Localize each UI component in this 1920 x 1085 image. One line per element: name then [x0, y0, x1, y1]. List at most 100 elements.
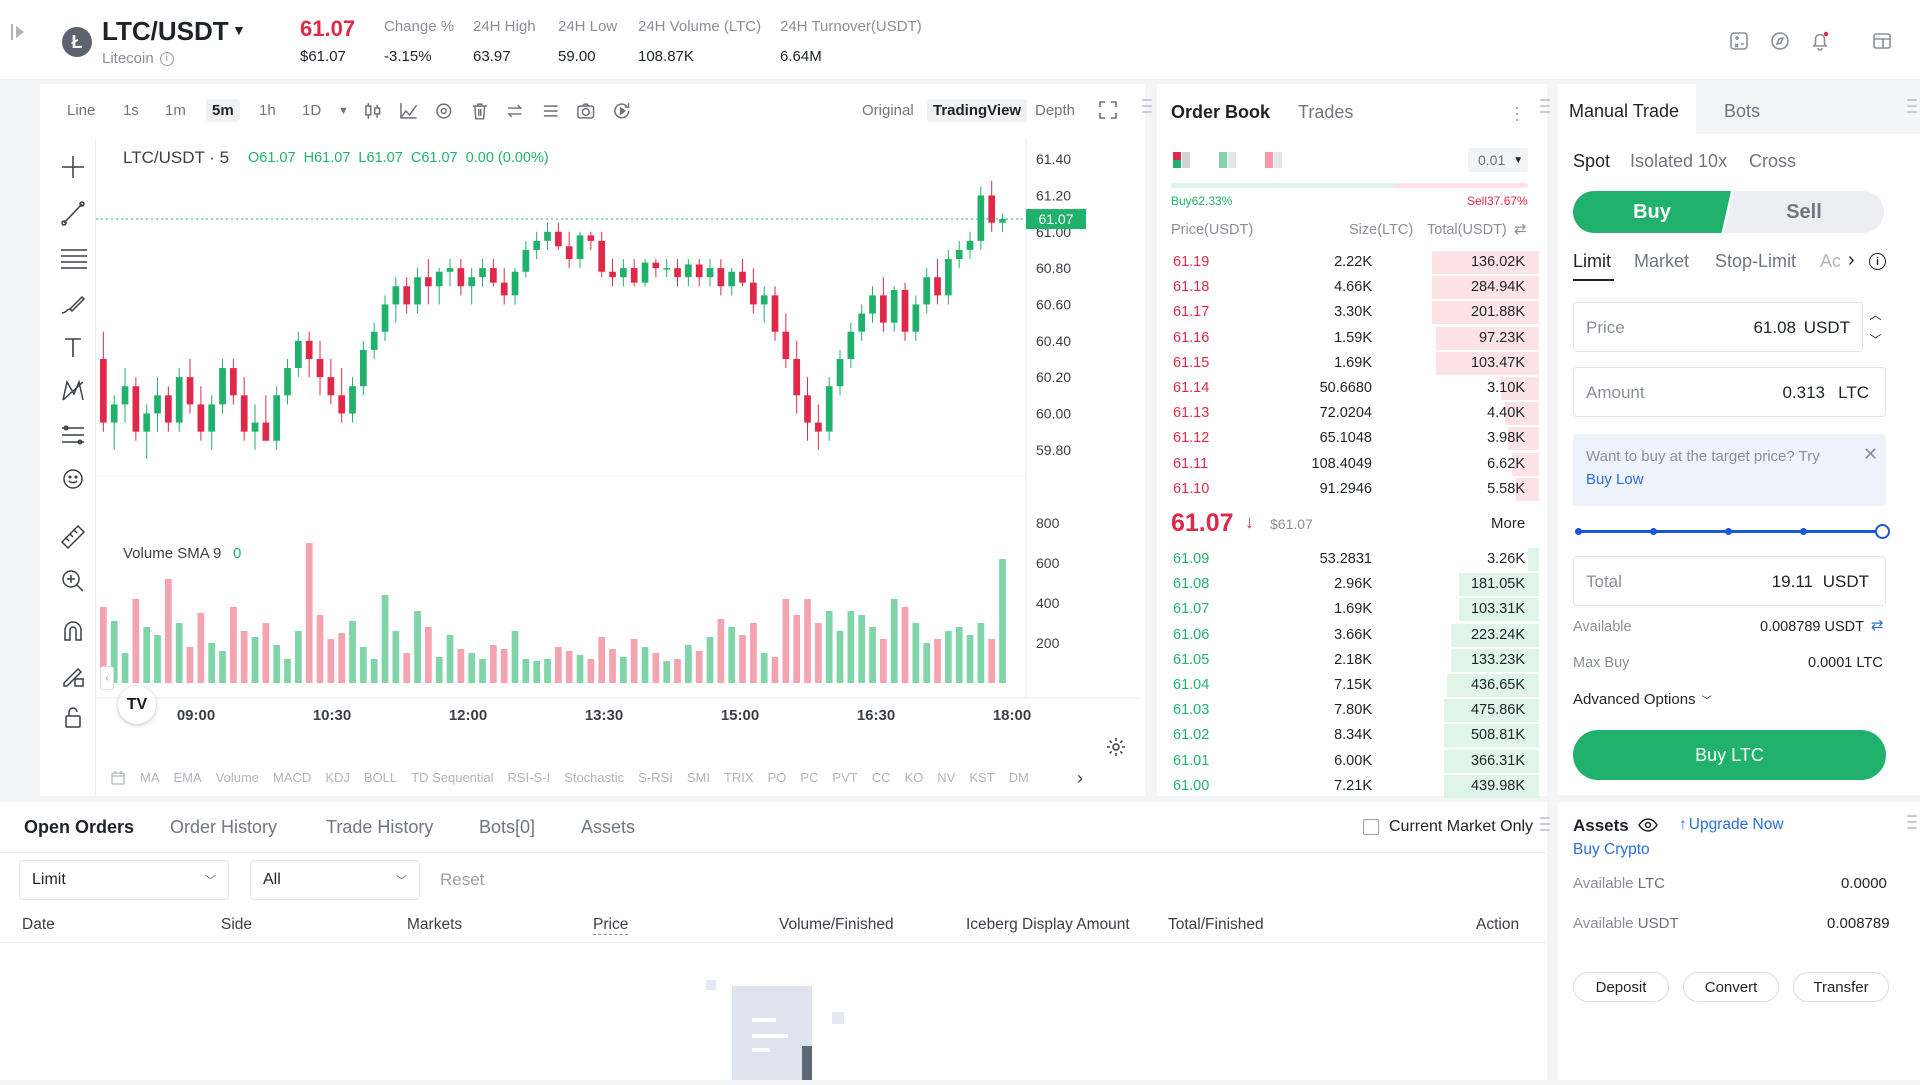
ask-row[interactable]: 61.12 65.1048 3.98K [1157, 426, 1539, 451]
indicator-15[interactable]: CC [872, 770, 891, 790]
tradingview-logo[interactable]: TV [118, 686, 156, 724]
book-asks-icon[interactable] [1263, 150, 1285, 170]
tab-assets[interactable]: Assets [581, 817, 635, 838]
indicator-14[interactable]: PVT [832, 770, 857, 790]
mode-isolated[interactable]: Isolated 10x [1630, 151, 1727, 172]
bid-row[interactable]: 61.00 7.21K 439.98K [1157, 774, 1539, 799]
ordertype-stop-limit[interactable]: Stop-Limit [1715, 251, 1796, 272]
col-price[interactable]: Price [593, 916, 629, 935]
panel-drag-handle-icon[interactable] [1907, 99, 1917, 113]
compass-icon[interactable] [1769, 30, 1793, 54]
bid-row[interactable]: 61.05 2.18K 133.23K [1157, 648, 1539, 673]
indicator-17[interactable]: NV [937, 770, 955, 790]
transfer-swap-icon[interactable]: ⇄ [1871, 616, 1884, 634]
ask-row[interactable]: 61.16 1.59K 97.23K [1157, 326, 1539, 351]
slider-tick-75[interactable] [1800, 528, 1807, 535]
indicator-16[interactable]: KO [905, 770, 924, 790]
pair-dropdown-icon[interactable]: ▼ [232, 22, 246, 38]
panel-drag-handle-icon[interactable] [1907, 815, 1917, 829]
bid-row[interactable]: 61.04 7.15K 436.65K [1157, 673, 1539, 698]
indicator-13[interactable]: PC [800, 770, 818, 790]
view-depth[interactable]: Depth [1035, 102, 1075, 119]
amount-input[interactable]: Amount 0.313 LTC [1573, 367, 1886, 417]
indicator-1[interactable]: EMA [174, 770, 202, 790]
sell-toggle-button[interactable]: Sell [1724, 191, 1884, 233]
panel-drag-handle-icon[interactable] [1142, 99, 1152, 113]
tab-trades[interactable]: Trades [1298, 102, 1353, 123]
panel-drag-handle-icon[interactable] [1540, 99, 1550, 113]
notification-bell-icon[interactable] [1809, 30, 1833, 54]
zoom-in-icon[interactable] [56, 564, 92, 600]
collapse-toolbar-icon[interactable]: ‹ [100, 666, 114, 690]
slider-tick-50[interactable] [1725, 528, 1732, 535]
eye-icon[interactable] [1638, 817, 1658, 838]
indicator-0[interactable]: MA [140, 770, 160, 790]
indicators-icon[interactable] [398, 100, 420, 122]
price-input[interactable]: Price 61.08 USDT [1573, 302, 1863, 352]
order-type-select[interactable]: Limit ﹀ [19, 860, 229, 900]
slider-tick-0[interactable] [1575, 528, 1582, 535]
interval-1s[interactable]: 1s [123, 102, 139, 119]
interval-1h[interactable]: 1h [259, 102, 276, 119]
ask-row[interactable]: 61.11 108.4049 6.62K [1157, 452, 1539, 477]
convert-button[interactable]: Convert [1683, 972, 1779, 1002]
mode-spot[interactable]: Spot [1573, 151, 1610, 172]
ask-row[interactable]: 61.18 4.66K 284.94K [1157, 275, 1539, 300]
layout-icon[interactable] [1871, 30, 1895, 54]
ruler-icon[interactable] [56, 520, 92, 556]
ask-row[interactable]: 61.13 72.0204 4.40K [1157, 401, 1539, 426]
interval-1d[interactable]: 1D [302, 102, 321, 119]
indicator-5[interactable]: BOLL [364, 770, 397, 790]
swap-icon[interactable] [504, 100, 526, 122]
indicator-10[interactable]: SMI [687, 770, 710, 790]
price-chart[interactable]: 61.4061.2061.0060.8060.6060.4060.2060.00… [96, 138, 1141, 796]
deposit-button[interactable]: Deposit [1573, 972, 1669, 1002]
bid-row[interactable]: 61.09 53.2831 3.26K [1157, 547, 1539, 572]
tab-open-orders[interactable]: Open Orders [24, 817, 134, 838]
book-both-icon[interactable] [1171, 150, 1193, 170]
bid-row[interactable]: 61.02 8.34K 508.81K [1157, 723, 1539, 748]
buy-toggle-button[interactable]: Buy [1573, 191, 1731, 233]
more-link[interactable]: More [1491, 515, 1525, 532]
ordertype-advanced[interactable]: Ac [1820, 251, 1840, 272]
indicator-3[interactable]: MACD [273, 770, 311, 790]
settings-circle-icon[interactable] [433, 100, 455, 122]
bid-row[interactable]: 61.06 3.66K 223.24K [1157, 623, 1539, 648]
indicator-8[interactable]: Stochastic [564, 770, 624, 790]
trash-icon[interactable] [469, 100, 491, 122]
fullscreen-icon[interactable] [1098, 100, 1118, 125]
indicator-18[interactable]: KST [969, 770, 994, 790]
advanced-options-toggle[interactable]: Advanced Options ﹀ [1573, 691, 1712, 708]
bid-row[interactable]: 61.01 6.00K 366.31K [1157, 749, 1539, 774]
panel-drag-handle-icon[interactable] [1540, 817, 1550, 831]
indicator-12[interactable]: PO [768, 770, 787, 790]
reset-button[interactable]: Reset [440, 870, 484, 890]
pair-title[interactable]: LTC/USDT [102, 16, 229, 47]
book-bids-icon[interactable] [1217, 150, 1239, 170]
indicator-6[interactable]: TD Sequential [411, 770, 493, 790]
list-icon[interactable] [540, 100, 562, 122]
fib-icon[interactable] [56, 418, 92, 454]
buy-low-link[interactable]: Buy Low [1586, 471, 1644, 488]
ordertype-limit[interactable]: Limit [1573, 251, 1611, 272]
lock-drawings-icon[interactable] [56, 658, 92, 694]
side-select[interactable]: All ﹀ [250, 860, 420, 900]
more-vertical-icon[interactable]: · · · [1514, 98, 1520, 128]
ask-row[interactable]: 61.17 3.30K 201.88K [1157, 300, 1539, 325]
bid-row[interactable]: 61.08 2.96K 181.05K [1157, 572, 1539, 597]
tab-bots[interactable]: Bots [1724, 101, 1760, 122]
brush-icon[interactable] [56, 286, 92, 322]
precision-select[interactable]: 0.01 ▼ [1468, 148, 1528, 172]
sidebar-toggle-icon[interactable] [10, 22, 30, 46]
pattern-icon[interactable] [56, 374, 92, 410]
total-input[interactable]: Total 19.11 USDT [1573, 556, 1886, 606]
chart-settings-gear-icon[interactable] [1105, 736, 1127, 763]
ask-row[interactable]: 61.19 2.22K 136.02K [1157, 250, 1539, 275]
buy-crypto-link[interactable]: Buy Crypto [1573, 841, 1650, 859]
close-icon[interactable]: ✕ [1863, 444, 1878, 465]
bid-row[interactable]: 61.03 7.80K 475.86K [1157, 698, 1539, 723]
calculator-icon[interactable] [1728, 30, 1752, 54]
amount-slider[interactable] [1575, 524, 1890, 540]
tab-manual-trade[interactable]: Manual Trade [1569, 101, 1679, 122]
ask-row[interactable]: 61.15 1.69K 103.47K [1157, 351, 1539, 376]
